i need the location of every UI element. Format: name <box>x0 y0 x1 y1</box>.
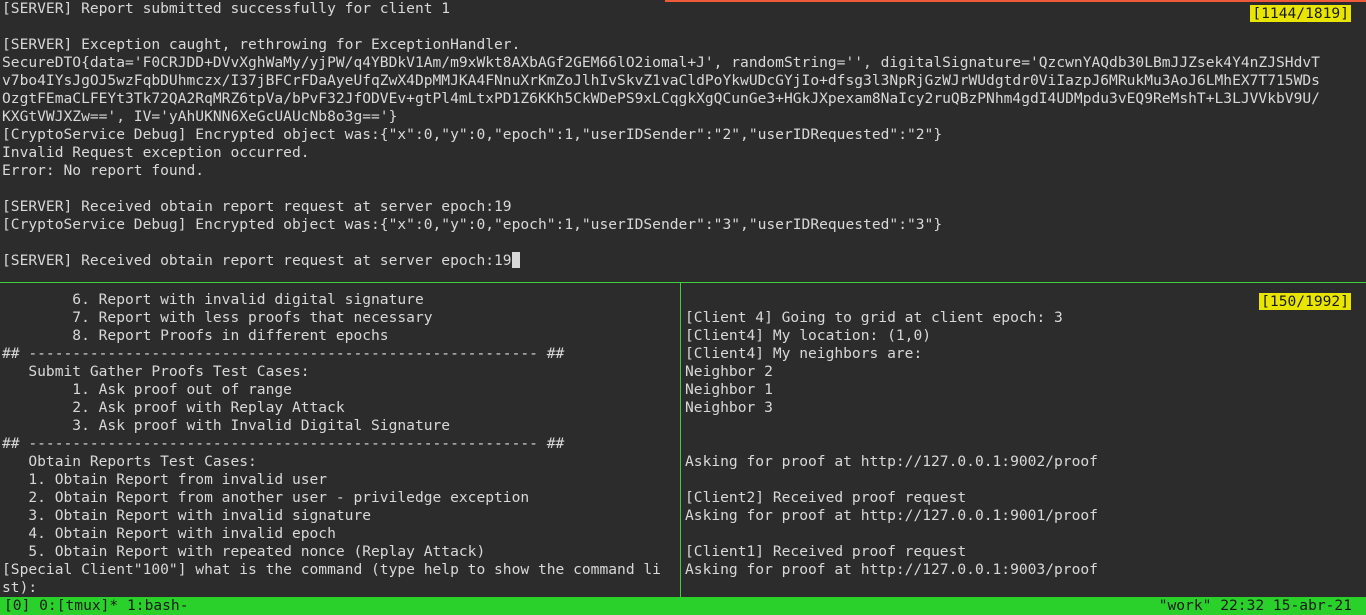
terminal-line: 7. Report with less proofs that necessar… <box>2 309 433 326</box>
terminal-line: 2. Ask proof with Replay Attack <box>2 399 345 416</box>
terminal-line: [SERVER] Received obtain report request … <box>2 198 512 215</box>
terminal-line: Neighbor 3 <box>685 399 773 416</box>
terminal-line: 2. Obtain Report from another user - pri… <box>2 489 530 506</box>
terminal-line: v7bo4IYsJgOJ5wzFqbDUhmczx/I37jBFCrFDaAye… <box>2 72 1320 89</box>
terminal-line: Neighbor 1 <box>685 381 773 398</box>
server-log-pane[interactable]: [SERVER] Report submitted successfully f… <box>0 0 1366 280</box>
tmux-window-list[interactable]: [0] 0:[tmux]* 1:bash- <box>4 597 189 615</box>
terminal-line: [Special Client"100"] what is the comman… <box>2 561 661 578</box>
terminal-line: 5. Obtain Report with repeated nonce (Re… <box>2 543 486 560</box>
terminal-line: 3. Obtain Report with invalid signature <box>2 507 372 524</box>
terminal-line: [SERVER] Received obtain report request … <box>0 252 1366 270</box>
scroll-position-badge-top: [1144/1819] <box>1250 5 1351 22</box>
terminal-line: [Client 4] Going to grid at client epoch… <box>685 309 1063 326</box>
terminal-line: ## -------------------------------------… <box>2 345 565 362</box>
terminal-line: [Client1] Received proof request <box>685 543 967 560</box>
client-menu-pane[interactable]: 6. Report with invalid digital signature… <box>0 291 679 597</box>
terminal-line: Error: No report found. <box>2 162 205 179</box>
terminal-line: SecureDTO{data='F0CRJDD+DVvXghWaMy/yjPW/… <box>2 54 1320 71</box>
terminal-line: 3. Ask proof with Invalid Digital Signat… <box>2 417 451 434</box>
tmux-status-bar: [0] 0:[tmux]* 1:bash- "work" 22:32 15-ab… <box>0 597 1366 615</box>
terminal-line: Invalid Request exception occurred. <box>2 144 310 161</box>
terminal-line: 1. Ask proof out of range <box>2 381 292 398</box>
tmux-session-clock: "work" 22:32 15-abr-21 <box>1158 597 1352 614</box>
terminal-line: Submit Gather Proofs Test Cases: <box>2 363 310 380</box>
terminal-line: [Client4] My neighbors are: <box>685 345 923 362</box>
terminal-line: [Client4] My location: (1,0) <box>685 327 932 344</box>
pane-divider-horizontal[interactable] <box>0 282 1366 283</box>
terminal-line: 4. Obtain Report with invalid epoch <box>2 525 336 542</box>
client-log-lines: [Client 4] Going to grid at client epoch… <box>683 291 1366 579</box>
terminal-line: Asking for proof at http://127.0.0.1:900… <box>685 507 1098 524</box>
terminal-line: [SERVER] Exception caught, rethrowing fo… <box>2 36 521 53</box>
terminal-cursor <box>511 252 520 268</box>
client-menu-lines: 6. Report with invalid digital signature… <box>0 291 679 597</box>
terminal-line: [CryptoService Debug] Encrypted object w… <box>2 216 943 233</box>
server-log-lines: [SERVER] Report submitted successfully f… <box>0 0 1366 270</box>
terminal-line: 1. Obtain Report from invalid user <box>2 471 328 488</box>
terminal-line: [CryptoService Debug] Encrypted object w… <box>2 126 943 143</box>
scroll-position-badge-right: [150/1992] <box>1259 293 1351 310</box>
terminal-line: 8. Report Proofs in different epochs <box>2 327 389 344</box>
terminal-line: Neighbor 2 <box>685 363 773 380</box>
terminal-line: 6. Report with invalid digital signature <box>2 291 424 308</box>
terminal-line: Asking for proof at http://127.0.0.1:900… <box>685 561 1098 578</box>
client-log-pane[interactable]: [Client 4] Going to grid at client epoch… <box>683 291 1366 597</box>
terminal-line: Obtain Reports Test Cases: <box>2 453 257 470</box>
terminal-line: st): <box>2 579 38 596</box>
terminal-line: KXGtVWJXZw==', IV='yAhUKNN6XeGcUAUcNb8o3… <box>2 108 398 125</box>
terminal-line: [Client2] Received proof request <box>685 489 967 506</box>
terminal-line: OzgtFEmaCLFEYt3Tk72QA2RqMRZ6tpVa/bPvF32J… <box>2 90 1320 107</box>
terminal-line: [SERVER] Report submitted successfully f… <box>2 0 451 17</box>
terminal-line: ## -------------------------------------… <box>2 435 565 452</box>
pane-divider-vertical[interactable] <box>680 283 681 597</box>
terminal-line: Asking for proof at http://127.0.0.1:900… <box>685 453 1098 470</box>
